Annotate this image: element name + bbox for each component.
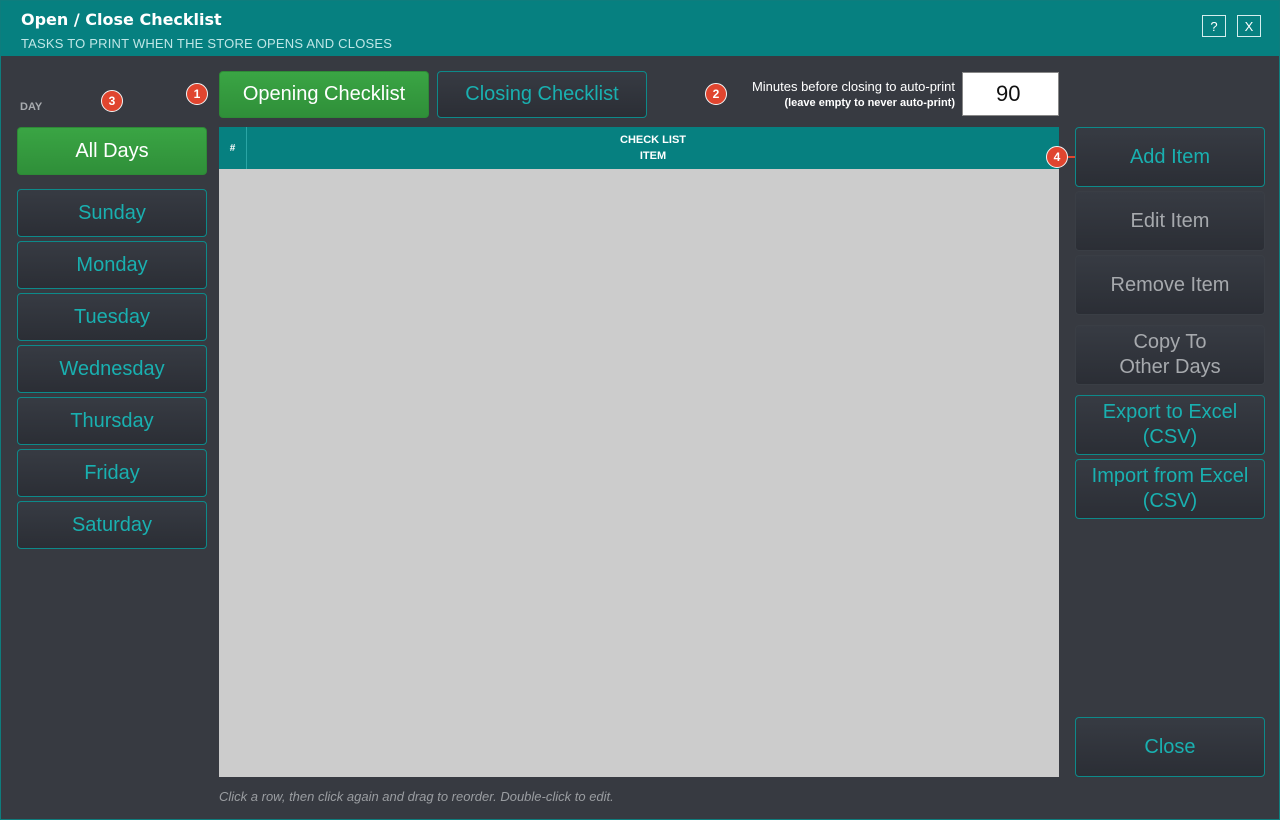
export-label-line2: (CSV)	[1142, 426, 1198, 448]
add-item-button[interactable]: Add Item	[1075, 127, 1265, 187]
close-button[interactable]: Close	[1075, 717, 1265, 777]
annotation-marker-2: 2	[705, 83, 727, 105]
title-bar: Open / Close Checklist TASKS TO PRINT WH…	[1, 1, 1279, 56]
day-monday-button[interactable]: Monday	[17, 241, 207, 289]
copy-label-line1: Copy To	[1133, 331, 1207, 353]
remove-item-button[interactable]: Remove Item	[1075, 255, 1265, 315]
autoprint-label-line2: (leave empty to never auto-print)	[784, 97, 955, 109]
day-sunday-button[interactable]: Sunday	[17, 189, 207, 237]
autoprint-label-line1: Minutes before closing to auto-print	[751, 79, 955, 94]
annotation-marker-4: 4	[1046, 146, 1068, 168]
close-window-button[interactable]: X	[1237, 15, 1261, 37]
edit-item-button[interactable]: Edit Item	[1075, 191, 1265, 251]
checklist-window: Open / Close Checklist TASKS TO PRINT WH…	[0, 0, 1280, 820]
column-header-item-line1: CHECK LIST	[620, 134, 686, 146]
grid-header: # CHECK LIST ITEM	[219, 127, 1059, 169]
tab-closing-checklist[interactable]: Closing Checklist	[437, 71, 647, 118]
import-label-line1: Import from Excel	[1091, 465, 1249, 487]
annotation-marker-1: 1	[186, 83, 208, 105]
window-title: Open / Close Checklist	[21, 10, 222, 29]
window-subtitle: TASKS TO PRINT WHEN THE STORE OPENS AND …	[21, 36, 393, 51]
day-thursday-button[interactable]: Thursday	[17, 397, 207, 445]
day-tuesday-button[interactable]: Tuesday	[17, 293, 207, 341]
copy-label-line2: Other Days	[1119, 356, 1221, 378]
export-label-line1: Export to Excel	[1102, 401, 1238, 423]
export-to-excel-button[interactable]: Export to Excel (CSV)	[1075, 395, 1265, 455]
import-from-excel-button[interactable]: Import from Excel (CSV)	[1075, 459, 1265, 519]
import-label-line2: (CSV)	[1142, 490, 1198, 512]
day-section-label: DAY	[20, 101, 43, 113]
checklist-grid[interactable]: # CHECK LIST ITEM	[219, 127, 1059, 777]
column-header-item[interactable]: CHECK LIST ITEM	[247, 127, 1059, 169]
day-friday-button[interactable]: Friday	[17, 449, 207, 497]
column-header-number[interactable]: #	[219, 127, 247, 169]
copy-to-other-days-button[interactable]: Copy To Other Days	[1075, 325, 1265, 385]
day-all-days-button[interactable]: All Days	[17, 127, 207, 175]
help-button[interactable]: ?	[1202, 15, 1226, 37]
autoprint-label: Minutes before closing to auto-print (le…	[752, 79, 955, 109]
tab-opening-checklist[interactable]: Opening Checklist	[219, 71, 429, 118]
annotation-marker-3: 3	[101, 90, 123, 112]
day-saturday-button[interactable]: Saturday	[17, 501, 207, 549]
reorder-hint: Click a row, then click again and drag t…	[219, 789, 614, 804]
column-header-item-line2: ITEM	[639, 150, 667, 162]
day-wednesday-button[interactable]: Wednesday	[17, 345, 207, 393]
minutes-before-closing-input[interactable]	[962, 72, 1059, 116]
